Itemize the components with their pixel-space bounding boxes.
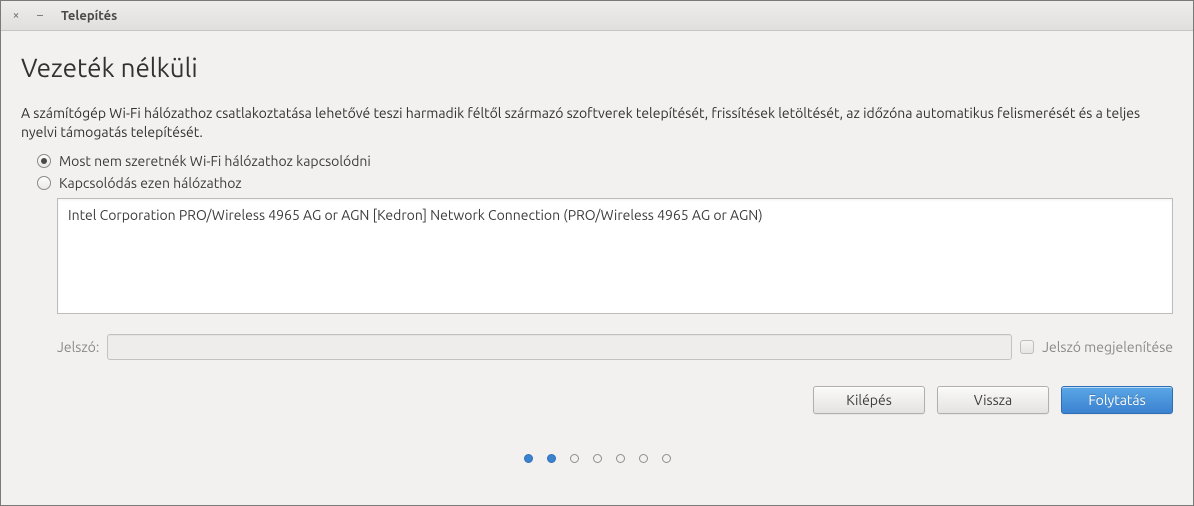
radio-icon[interactable] [37,176,51,190]
page-description: A számítógép Wi-Fi hálózathoz csatlakozt… [21,104,1173,142]
progress-dot [570,454,579,463]
password-label: Jelszó: [57,339,99,355]
progress-dot [639,454,648,463]
network-list[interactable]: Intel Corporation PRO/Wireless 4965 AG o… [57,198,1173,314]
password-input[interactable] [107,334,1012,360]
progress-dot [662,454,671,463]
window-title: Telepítés [61,9,117,23]
content-area: Vezeték nélküli A számítógép Wi-Fi hálóz… [1,31,1193,505]
password-row: Jelszó: Jelszó megjelenítése [57,334,1173,360]
progress-dot [616,454,625,463]
continue-button[interactable]: Folytatás [1061,386,1173,414]
page-title: Vezeték nélküli [21,53,1173,82]
radio-icon[interactable] [37,154,51,168]
network-item[interactable]: Intel Corporation PRO/Wireless 4965 AG o… [68,205,1162,225]
show-password-label: Jelszó megjelenítése [1042,339,1173,355]
progress-dot [547,454,556,463]
back-button[interactable]: Vissza [937,386,1049,414]
quit-button[interactable]: Kilépés [813,386,925,414]
progress-dot [593,454,602,463]
radio-no-connect-label: Most nem szeretnék Wi-Fi hálózathoz kapc… [59,153,371,169]
installer-window: × – Telepítés Vezeték nélküli A számítóg… [0,0,1194,506]
button-row: Kilépés Vissza Folytatás [21,386,1173,414]
show-password-checkbox[interactable] [1020,340,1034,354]
radio-connect-label: Kapcsolódás ezen hálózathoz [59,175,242,191]
minimize-icon[interactable]: – [33,9,47,23]
progress-dot [524,454,533,463]
titlebar: × – Telepítés [1,1,1193,31]
progress-indicator [21,454,1173,463]
close-icon[interactable]: × [9,9,23,23]
radio-no-connect[interactable]: Most nem szeretnék Wi-Fi hálózathoz kapc… [37,153,1173,169]
radio-connect[interactable]: Kapcsolódás ezen hálózathoz [37,175,1173,191]
